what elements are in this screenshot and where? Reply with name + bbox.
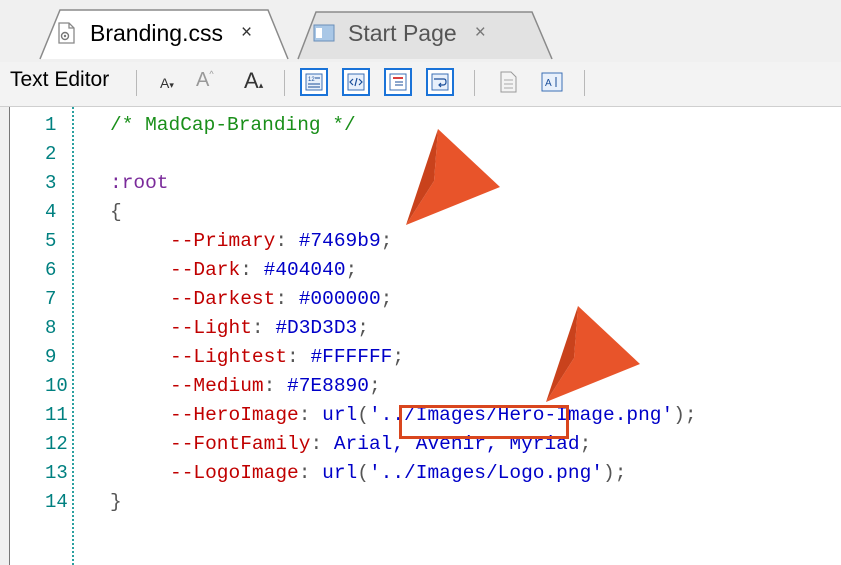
code-line-9: --Lightest: #FFFFFF; — [170, 346, 405, 368]
line-number: 9 — [45, 346, 57, 368]
line-number: 8 — [45, 317, 57, 339]
toolbar-separator — [284, 70, 285, 96]
document-button[interactable] — [494, 68, 522, 96]
word-wrap-button[interactable] — [426, 68, 454, 96]
word-wrap-icon — [431, 73, 449, 91]
code-line-5: --Primary: #7469b9; — [170, 230, 393, 252]
increase-font-button[interactable]: A▴ — [244, 68, 263, 94]
code-line-10: --Medium: #7E8890; — [170, 375, 381, 397]
images-path-highlight-box — [399, 405, 569, 439]
outline-icon — [389, 73, 407, 91]
editor-toolbar: Text Editor A▾ A^ A▴ 12 A — [0, 62, 841, 107]
code-editor[interactable]: 1 2 3 4 5 6 7 8 9 10 11 12 13 14 /* MadCap-Branding *… — [0, 107, 841, 565]
line-number: 3 — [45, 172, 57, 194]
code-line-8: --Light: #D3D3D3; — [170, 317, 369, 339]
line-number: 2 — [45, 143, 57, 165]
toolbar-separator — [136, 70, 137, 96]
tab-branding-css[interactable]: Branding.css × — [38, 8, 290, 60]
start-page-icon — [312, 21, 336, 45]
code-line-7: --Darkest: #000000; — [170, 288, 393, 310]
code-line-6: --Dark: #404040; — [170, 259, 358, 281]
text-format-icon: A — [541, 72, 563, 92]
line-number: 6 — [45, 259, 57, 281]
tab-label: Branding.css — [90, 19, 223, 46]
close-icon[interactable]: × — [241, 22, 252, 44]
tab-bar: Branding.css × Start Page × — [0, 0, 841, 62]
text-format-button[interactable]: A — [538, 68, 566, 96]
svg-text:12: 12 — [308, 77, 315, 83]
code-line-4: { — [110, 201, 122, 223]
line-number: 5 — [45, 230, 57, 252]
outline-button[interactable] — [384, 68, 412, 96]
line-number: 13 — [45, 462, 68, 484]
tab-label: Start Page — [348, 19, 457, 46]
code-line-13: --LogoImage: url('../Images/Logo.png'); — [170, 462, 627, 484]
toolbar-separator — [474, 70, 475, 96]
decrease-font-button[interactable]: A▾ — [160, 75, 174, 91]
line-numbers-button[interactable]: 12 — [300, 68, 328, 96]
line-number: 14 — [45, 491, 68, 513]
callout-arrow-icon — [406, 129, 500, 225]
line-number: 12 — [45, 433, 68, 455]
code-line-14: } — [110, 491, 122, 513]
line-number: 11 — [45, 404, 68, 426]
document-icon — [500, 71, 517, 93]
line-number: 7 — [45, 288, 57, 310]
tab-start-page[interactable]: Start Page × — [296, 8, 554, 60]
code-line-1: /* MadCap-Branding */ — [110, 114, 356, 136]
text-editor-label: Text Editor — [10, 68, 110, 91]
close-icon[interactable]: × — [475, 22, 486, 44]
line-number: 10 — [45, 375, 68, 397]
editor-left-margin — [0, 107, 10, 565]
reset-font-button[interactable]: A^ — [196, 69, 214, 92]
svg-text:A: A — [545, 78, 552, 89]
line-number: 1 — [45, 114, 57, 136]
code-tags-button[interactable] — [342, 68, 370, 96]
line-numbers-icon: 12 — [305, 73, 323, 91]
code-line-3: :root — [110, 172, 169, 194]
line-number: 4 — [45, 201, 57, 223]
css-file-icon — [54, 21, 78, 45]
toolbar-separator — [584, 70, 585, 96]
code-tags-icon — [347, 73, 365, 91]
callout-arrow-icon — [546, 306, 640, 402]
